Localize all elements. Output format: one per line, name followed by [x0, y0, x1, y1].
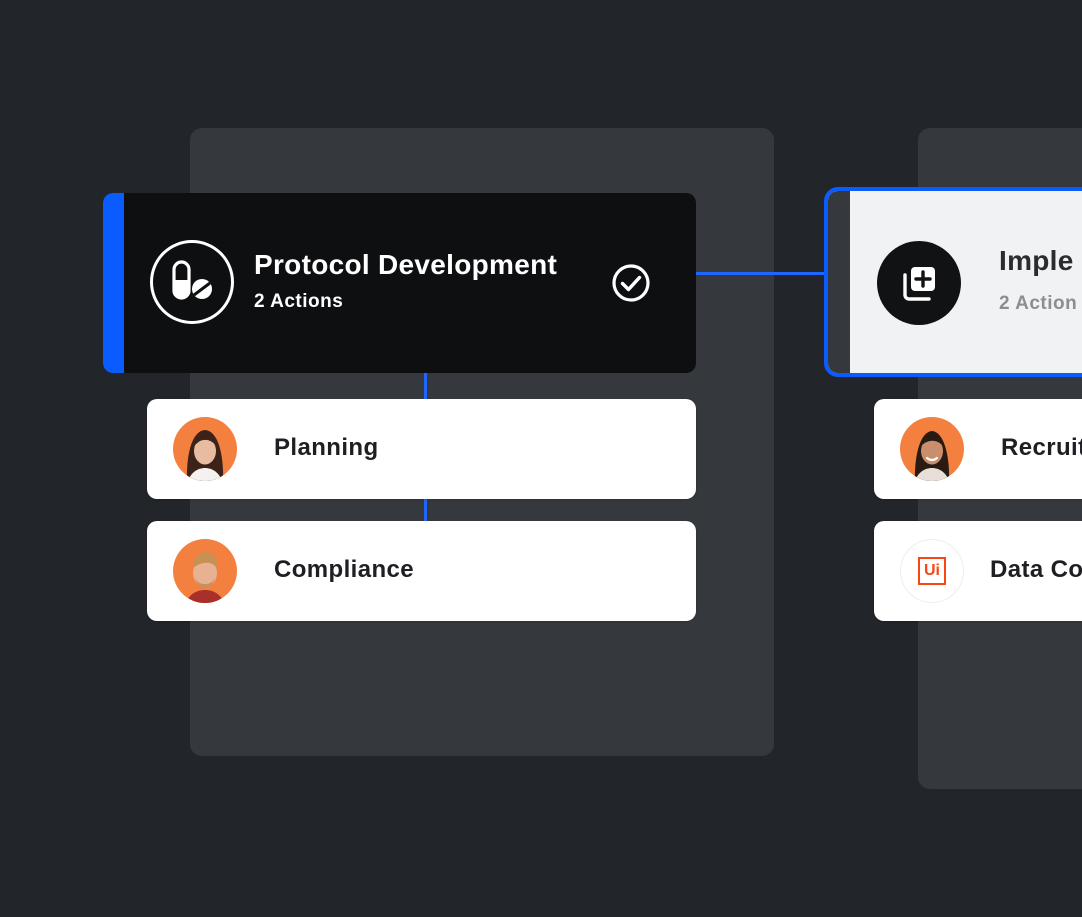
action-label: Data Co: [990, 556, 1082, 583]
stage-action-count: 2 Actions: [254, 291, 344, 312]
medical-copy-icon: [877, 241, 961, 325]
stage-title: Imple: [999, 245, 1074, 276]
action-card-compliance[interactable]: Compliance: [147, 521, 696, 621]
person-avatar: [900, 417, 964, 481]
logo-mark: Ui: [918, 557, 946, 585]
action-card-data-co[interactable]: Ui Data Co: [874, 521, 1082, 621]
connector-line: [424, 373, 427, 399]
action-card-planning[interactable]: Planning: [147, 399, 696, 499]
card-side-strip: [828, 191, 850, 373]
stage-card-protocol-development[interactable]: Protocol Development 2 Actions: [103, 193, 696, 373]
pills-icon: [150, 240, 234, 324]
uipath-logo: Ui: [900, 539, 964, 603]
connector-line: [424, 499, 427, 521]
stage-title: Protocol Development: [254, 249, 558, 280]
action-label: Compliance: [274, 556, 415, 583]
action-label: Planning: [274, 434, 379, 461]
action-card-recruit[interactable]: Recruit: [874, 399, 1082, 499]
person-avatar: [173, 539, 237, 603]
stage-action-count: 2 Action: [999, 293, 1078, 314]
action-label: Recruit: [1001, 434, 1082, 461]
check-circle-icon: [611, 263, 651, 303]
active-indicator: [103, 193, 124, 373]
person-avatar: [173, 417, 237, 481]
stage-card-implementation[interactable]: Imple 2 Action: [824, 187, 1082, 377]
stage-connector-line: [696, 272, 828, 275]
